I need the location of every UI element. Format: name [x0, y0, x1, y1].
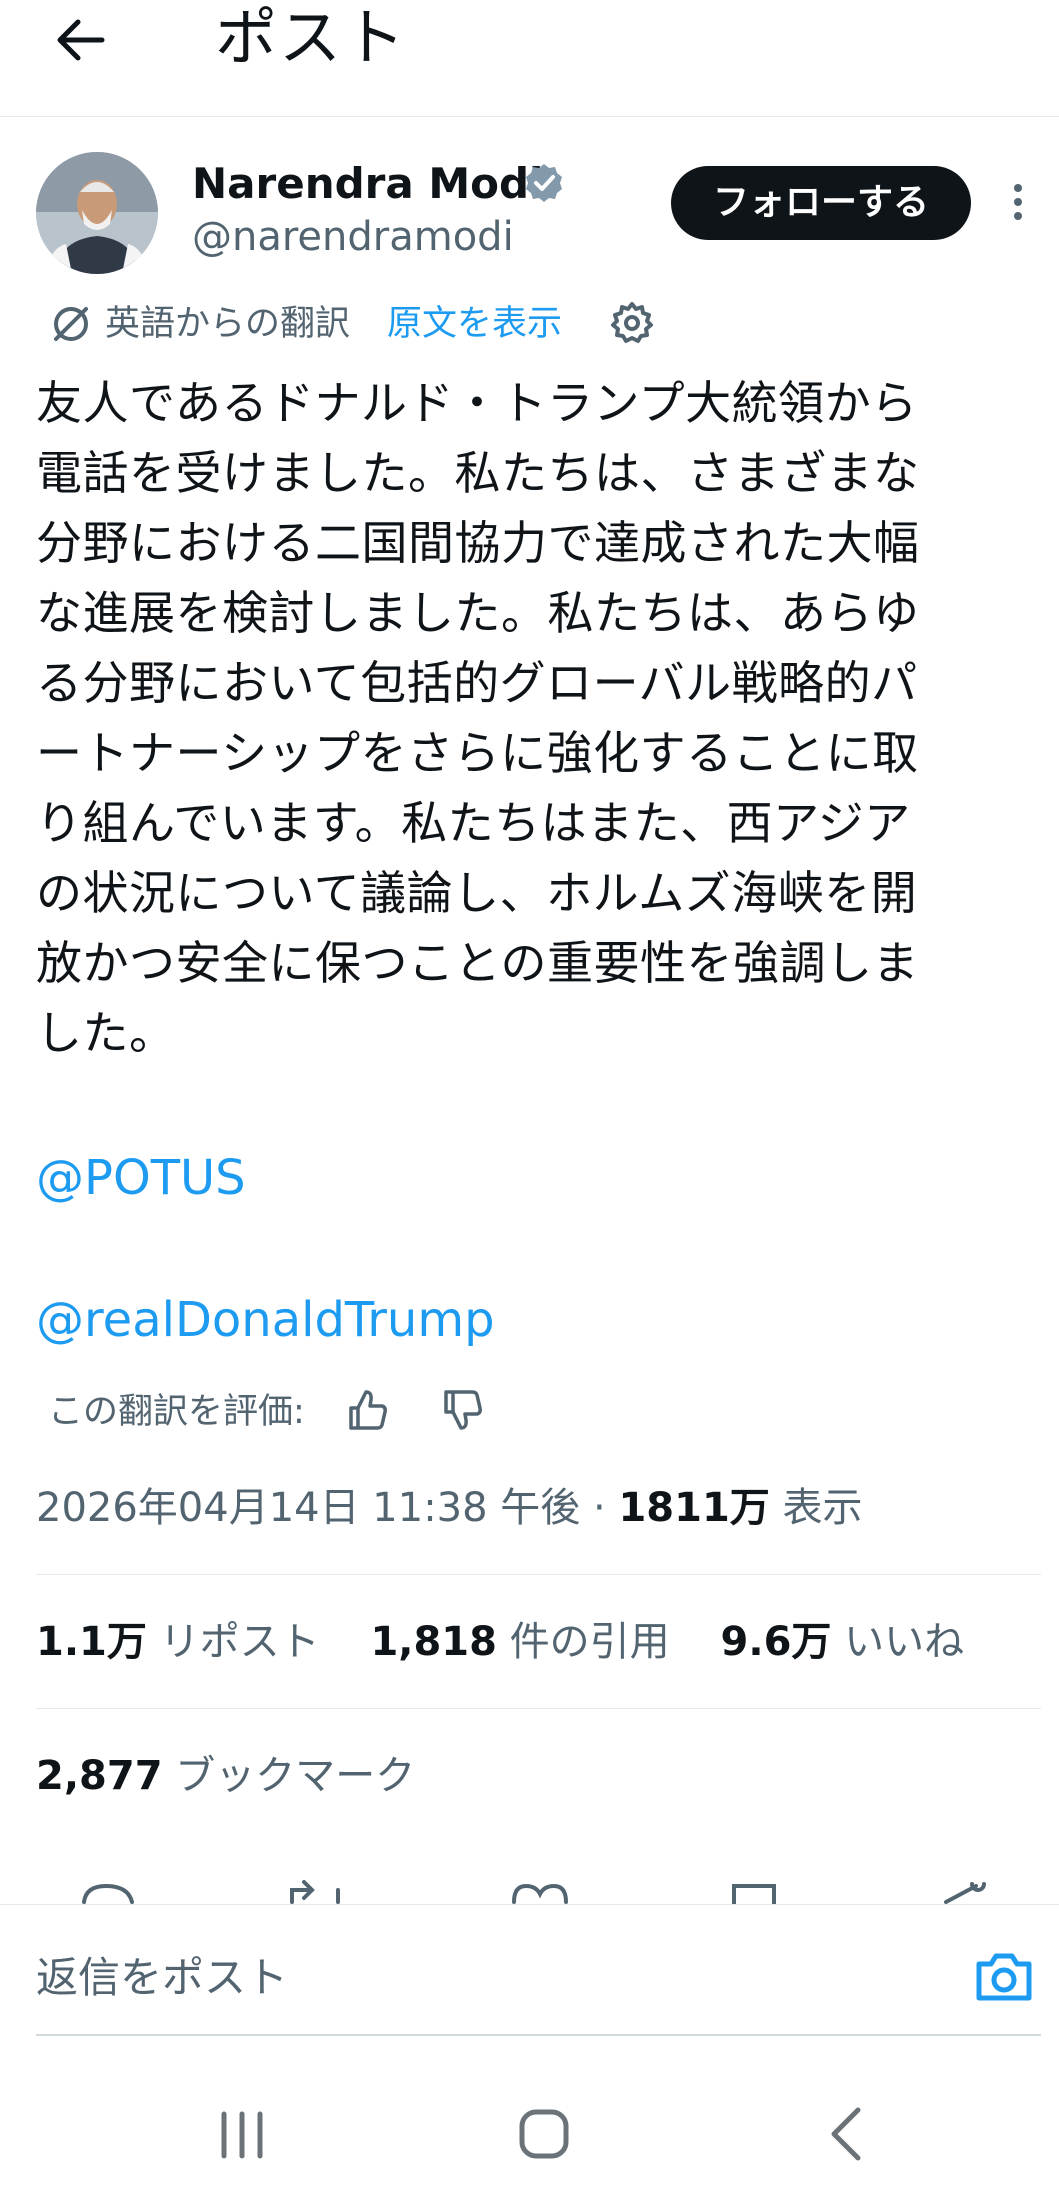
post-text-line: 分野における二国間協力で達成された大幅 — [36, 516, 920, 570]
views-count: 1811万 — [618, 1485, 770, 1531]
show-original-link[interactable]: 原文を表示 — [387, 300, 562, 348]
author-handle[interactable]: @narendramodi — [192, 212, 514, 262]
bookmarks-label: ブックマーク — [162, 1753, 416, 1799]
post-text-line: ートナーシップをさらに強化することに取 — [36, 726, 919, 780]
post-text-line: な進展を検討しました。私たちは、あらゆ — [36, 586, 920, 640]
quotes-stat[interactable]: 1,818 件の引用 — [370, 1619, 669, 1665]
likes-label: いいね — [831, 1619, 965, 1665]
likes-count: 9.6万 — [720, 1619, 832, 1665]
quotes-label: 件の引用 — [496, 1619, 670, 1665]
back-arrow-icon[interactable] — [52, 10, 112, 70]
nav-back-icon[interactable] — [831, 2107, 861, 2161]
share-icon[interactable] — [944, 1882, 986, 1904]
more-icon[interactable] — [1003, 176, 1033, 236]
reposts-count: 1.1万 — [36, 1619, 147, 1665]
author-name[interactable]: Narendra Modi — [192, 158, 543, 210]
divider — [36, 1574, 1041, 1575]
page-title: ポスト — [215, 1, 408, 74]
mention-link-realdonaldtrump[interactable]: @realDonaldTrump — [36, 1290, 495, 1350]
bookmarks-count: 2,877 — [36, 1753, 163, 1799]
verified-badge-icon — [526, 164, 562, 202]
avatar[interactable] — [36, 152, 158, 274]
rate-translation-label: この翻訳を評価: — [48, 1392, 305, 1432]
timestamp: 2026年04月14日 11:38 午後 · — [36, 1485, 619, 1531]
post-text-line: した。 — [36, 1006, 176, 1060]
thumbs-up-icon[interactable] — [345, 1388, 389, 1432]
post-text-line: 放かつ安全に保つことの重要性を強調しま — [36, 936, 920, 990]
avatar-image — [36, 152, 158, 274]
post-text-line: 友人であるドナルド・トランプ大統領から — [36, 376, 918, 430]
translate-icon — [54, 307, 88, 341]
quotes-count: 1,818 — [370, 1619, 497, 1665]
home-icon[interactable] — [519, 2109, 569, 2159]
translation-label: 英語からの翻訳 — [105, 304, 351, 344]
mention-link-potus[interactable]: @POTUS — [36, 1148, 246, 1208]
post-text-line: り組んでいます。私たちはまた、西アジア — [36, 796, 911, 850]
likes-stat[interactable]: 9.6万 いいね — [721, 1619, 965, 1665]
thumbs-down-icon[interactable] — [440, 1388, 484, 1432]
system-navigation-bar — [0, 2070, 1059, 2198]
post-text: 友人であるドナルド・トランプ大統領から 電話を受けました。私たちは、さまざまな … — [36, 368, 1018, 1068]
post-action-bar — [0, 1880, 1059, 1904]
divider — [36, 1708, 1041, 1709]
like-icon[interactable] — [512, 1883, 568, 1904]
camera-icon[interactable] — [973, 1950, 1035, 2004]
post-meta: 2026年04月14日 11:38 午後 · 1811万 表示 — [36, 1480, 863, 1536]
repost-icon[interactable] — [290, 1880, 340, 1904]
top-app-bar: ポスト — [0, 0, 1059, 117]
post-text-line: る分野において包括的グローバル戦略的パ — [36, 656, 918, 710]
follow-button[interactable]: フォローする — [671, 166, 971, 240]
bookmark-icon[interactable] — [732, 1884, 776, 1904]
reposts-stat[interactable]: 1.1万 リポスト — [36, 1619, 320, 1665]
engagement-stats: 1.1万 リポスト 1,818 件の引用 9.6万 いいね — [36, 1614, 964, 1670]
reposts-label: リポスト — [146, 1619, 320, 1665]
reply-input[interactable]: 返信をポスト — [36, 1950, 288, 2006]
reply-underline — [36, 2034, 1041, 2036]
views-label: 表示 — [769, 1485, 863, 1531]
reply-icon[interactable] — [82, 1883, 134, 1904]
recent-apps-icon[interactable] — [221, 2111, 263, 2159]
post-text-line: の状況について議論し、ホルムズ海峡を開 — [36, 866, 918, 920]
post-text-line: 電話を受けました。私たちは、さまざまな — [36, 446, 920, 500]
settings-gear-icon[interactable] — [609, 300, 655, 346]
bookmarks-stat[interactable]: 2,877 ブックマーク — [36, 1748, 415, 1804]
